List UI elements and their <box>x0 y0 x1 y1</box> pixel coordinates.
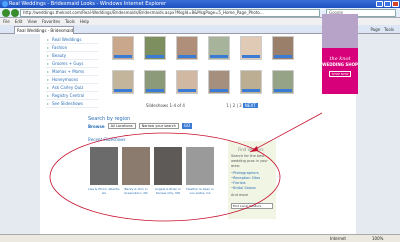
ad-image <box>322 14 358 48</box>
region-select[interactable]: All Locations <box>107 123 136 129</box>
ad-shop-button[interactable]: SHOP NOW <box>328 71 352 77</box>
photo-thumbnail[interactable] <box>176 36 198 60</box>
local-vendor-panel: Find Vendors Search for the best wedding… <box>228 141 276 219</box>
pager-pages[interactable]: 1 | 2 | 3 <box>226 103 241 108</box>
search-row: Browse All Locations Narrow your search … <box>88 123 193 129</box>
thumbnail-caption[interactable] <box>146 55 164 58</box>
panel-more[interactable]: And more <box>228 191 276 200</box>
photo-thumbnail[interactable] <box>240 70 262 94</box>
photo-thumbnail[interactable] <box>240 36 262 60</box>
panel-title: Find Vendors <box>238 147 264 152</box>
menu-item[interactable]: Help <box>80 18 89 25</box>
thumbnail-caption[interactable] <box>178 55 196 58</box>
photo-thumbnail[interactable] <box>208 70 230 94</box>
command-bar: Page Tools <box>370 27 394 32</box>
sidebar-item[interactable]: Honeymoons <box>46 76 98 84</box>
slideshow-caption[interactable]: Angela & Brian in Kansas City, MO <box>152 187 184 195</box>
pager-next-button[interactable]: NEXT <box>242 103 258 108</box>
tag-select[interactable]: Narrow your search <box>138 123 179 129</box>
photo-thumbnail[interactable] <box>176 70 198 94</box>
menu-item[interactable]: File <box>3 18 10 25</box>
maximize-button[interactable] <box>384 1 391 7</box>
thumbnail-caption[interactable] <box>242 89 260 92</box>
sidebar-item[interactable]: Beauty <box>46 52 98 60</box>
photo-thumbnail[interactable] <box>208 36 230 60</box>
slideshow-caption[interactable]: Lisa & Phil in Atlanta, GA <box>88 187 120 195</box>
minimize-button[interactable] <box>376 1 383 7</box>
slideshow-thumbnail[interactable] <box>186 147 214 185</box>
sidebar-nav: Real WeddingsFashionBeautyGrooms + GuysM… <box>46 36 98 108</box>
sidebar-item[interactable]: Grooms + Guys <box>46 60 98 68</box>
ie-icon <box>2 1 8 7</box>
thumbnail-caption[interactable] <box>274 89 292 92</box>
status-bar: Internet 100% <box>0 234 400 242</box>
window-title: Real Weddings - Bridesmaid Looks - Windo… <box>9 1 167 7</box>
pager-label: Slideshows 1-4 of 4 <box>146 103 185 108</box>
menu-item[interactable]: Favorites <box>42 18 60 25</box>
photo-thumbnail[interactable] <box>112 36 134 60</box>
thumbnail-caption[interactable] <box>242 55 260 58</box>
close-button[interactable] <box>392 1 399 7</box>
photo-thumbnail[interactable] <box>112 70 134 94</box>
photo-thumbnail[interactable] <box>144 70 166 94</box>
forward-button[interactable] <box>11 9 19 17</box>
menu-item[interactable]: Tools <box>65 18 75 25</box>
panel-body: Search for the best wedding pros in your… <box>231 154 268 168</box>
photo-thumbnail[interactable] <box>272 70 294 94</box>
sidebar-item[interactable]: Real Weddings <box>46 36 98 44</box>
window-titlebar: Real Weddings - Bridesmaid Looks - Windo… <box>0 0 400 8</box>
sidebar-item[interactable]: Mamas + Moms <box>46 68 98 76</box>
page-menu[interactable]: Page <box>370 27 380 32</box>
tools-menu[interactable]: Tools <box>384 27 394 32</box>
photo-thumbnail[interactable] <box>272 36 294 60</box>
recent-heading: Recent Slideshows <box>88 137 126 142</box>
search-heading: Search by region <box>88 116 131 122</box>
sidebar-item[interactable]: See Slideshows <box>46 100 98 108</box>
back-button[interactable] <box>2 9 10 17</box>
zoom-level[interactable]: 100% <box>372 235 383 242</box>
tab-active[interactable]: Real Weddings - Bridesmaid Looks <box>14 26 74 34</box>
go-button[interactable]: GO <box>181 123 193 129</box>
sidebar-item[interactable]: Fashion <box>46 44 98 52</box>
slideshow-pager: Slideshows 1-4 of 4 1 | 2 | 3 NEXT <box>146 103 258 108</box>
thumbnail-caption[interactable] <box>114 55 132 58</box>
security-zone: Internet <box>330 236 346 241</box>
photo-thumbnail[interactable] <box>144 36 166 60</box>
browse-label: Browse <box>88 123 105 129</box>
address-input[interactable]: http://weddings.theknot.com/Real-Wedding… <box>20 9 320 17</box>
menu-item[interactable]: Edit <box>15 18 23 25</box>
ad-title: WEDDING SHOP <box>322 62 358 67</box>
thumbnail-caption[interactable] <box>178 89 196 92</box>
sidebar-item[interactable]: Ask Carley Quiz <box>46 84 98 92</box>
window-controls <box>376 1 399 7</box>
thumbnail-caption[interactable] <box>210 89 228 92</box>
panel-select[interactable]: Find Local Vendors <box>231 203 273 209</box>
thumbnail-caption[interactable] <box>210 55 228 58</box>
slideshow-thumbnail[interactable] <box>90 147 118 185</box>
thumbnail-caption[interactable] <box>146 89 164 92</box>
sidebar-item[interactable]: Registry Central <box>46 92 98 100</box>
panel-list: PhotographersReception SitesFloristsBrid… <box>228 171 276 191</box>
thumbnail-caption[interactable] <box>274 55 292 58</box>
slideshow-thumbnail[interactable] <box>122 147 150 185</box>
menu-item[interactable]: View <box>27 18 37 25</box>
thumbnail-caption[interactable] <box>114 89 132 92</box>
slideshow-caption[interactable]: Becky & Tom in Greensboro, NC <box>120 187 152 195</box>
ad-banner[interactable]: the knot WEDDING SHOP SHOP NOW <box>322 14 358 94</box>
ad-text: the knot WEDDING SHOP SHOP NOW <box>322 48 358 94</box>
slideshow-thumbnail[interactable] <box>154 147 182 185</box>
slideshow-caption[interactable]: Heather & Sean in Los Gatos, CA <box>184 187 216 195</box>
